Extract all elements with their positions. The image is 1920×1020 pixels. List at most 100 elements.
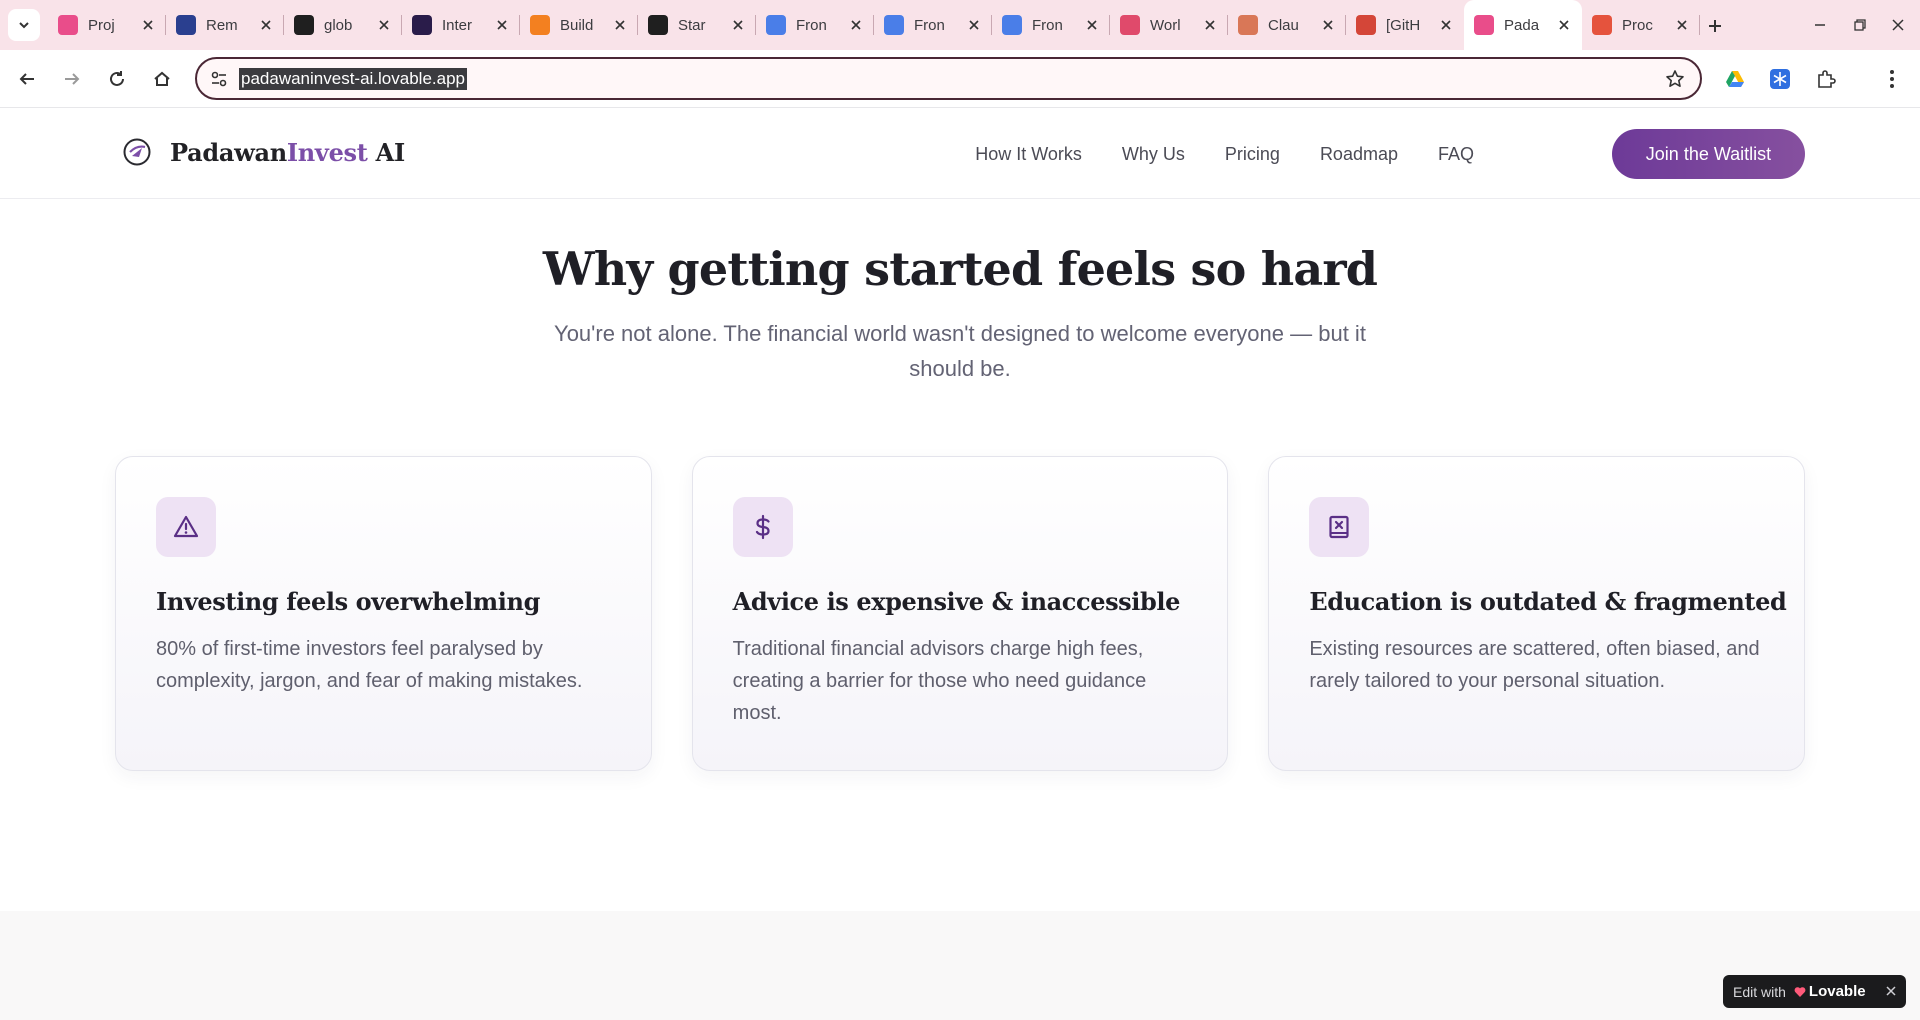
browser-tab[interactable]: Proj — [48, 0, 166, 50]
tab-close-icon[interactable] — [1320, 17, 1336, 33]
browser-tab[interactable]: Build — [520, 0, 638, 50]
tab-close-icon[interactable] — [966, 17, 982, 33]
tab-title: Rem — [206, 16, 238, 34]
cloudflare-icon — [530, 15, 550, 35]
card-text: Traditional financial advisors charge hi… — [732, 638, 1147, 724]
home-button[interactable] — [146, 63, 178, 95]
tab-close-icon[interactable] — [1438, 17, 1454, 33]
pain-points-cards: Investing feels overwhelming 80% of firs… — [115, 456, 1806, 771]
google-docs-icon — [884, 15, 904, 35]
edit-with-lovable-badge[interactable]: Edit with Lovable — [1723, 975, 1906, 1008]
snowflake-icon — [1770, 69, 1790, 89]
france-flag-icon — [176, 15, 196, 35]
tab-close-icon[interactable] — [730, 17, 746, 33]
home-icon — [154, 71, 170, 86]
browser-toolbar: padawaninvest-ai.lovable.app — [0, 50, 1920, 108]
card-outdated-education: Education is outdated & fragmented Exist… — [1268, 456, 1806, 771]
more-vertical-icon — [1890, 70, 1894, 88]
close-window-button[interactable] — [1885, 12, 1911, 38]
tab-title: Worl — [1150, 16, 1181, 34]
tab-close-icon[interactable] — [848, 17, 864, 33]
nav-how-it-works[interactable]: How It Works — [975, 144, 1082, 165]
browser-tab[interactable]: Fron — [756, 0, 874, 50]
forward-button[interactable] — [56, 63, 88, 95]
badge-close-icon[interactable] — [1884, 984, 1898, 998]
browser-tab[interactable]: Pada — [1464, 0, 1582, 50]
bookmark-star-icon[interactable] — [1664, 68, 1686, 90]
tab-close-icon[interactable] — [258, 17, 274, 33]
arrow-left-icon — [19, 73, 34, 85]
nav-why-us[interactable]: Why Us — [1122, 144, 1185, 165]
main-nav: How It Works Why Us Pricing Roadmap FAQ — [975, 109, 1474, 199]
address-bar[interactable]: padawaninvest-ai.lovable.app — [195, 57, 1702, 100]
card-title: Education is outdated & fragmented — [1309, 587, 1787, 616]
tab-close-icon[interactable] — [494, 17, 510, 33]
tab-search-button[interactable] — [8, 9, 40, 41]
tab-title: Fron — [914, 16, 945, 34]
browser-tab[interactable]: Inter — [402, 0, 520, 50]
lovable-heart-icon — [1794, 986, 1806, 998]
chevron-down-icon — [19, 22, 29, 29]
new-tab-button[interactable] — [1702, 13, 1728, 39]
tab-close-icon[interactable] — [1556, 17, 1572, 33]
google-drive-icon — [1726, 71, 1744, 87]
url-text[interactable]: padawaninvest-ai.lovable.app — [239, 67, 467, 90]
browser-tab[interactable]: Fron — [992, 0, 1110, 50]
snowflake-extension[interactable] — [1764, 63, 1796, 95]
back-button[interactable] — [11, 63, 43, 95]
restore-icon — [1854, 19, 1866, 31]
brand-name-part1: Padawan — [170, 137, 287, 167]
card-expensive-advice: Advice is expensive & inaccessible Tradi… — [691, 456, 1229, 771]
browser-tab[interactable]: Worl — [1110, 0, 1228, 50]
tab-title: Build — [560, 16, 594, 34]
card-text: Existing resources are scattered, often … — [1309, 638, 1760, 692]
browser-tab[interactable]: glob — [284, 0, 402, 50]
nav-roadmap[interactable]: Roadmap — [1320, 144, 1398, 165]
browser-tab[interactable]: Proc — [1582, 0, 1700, 50]
browser-tab[interactable]: [GitH — [1346, 0, 1464, 50]
tab-title: glob — [324, 16, 353, 34]
google-docs-icon — [1002, 15, 1022, 35]
reload-icon — [110, 71, 124, 86]
tab-close-icon[interactable] — [1202, 17, 1218, 33]
join-waitlist-button[interactable]: Join the Waitlist — [1612, 129, 1805, 179]
puzzle-icon — [1818, 70, 1836, 88]
restore-button[interactable] — [1847, 12, 1873, 38]
menu-button[interactable] — [1876, 63, 1908, 95]
google-drive-extension[interactable] — [1719, 63, 1751, 95]
section-subtitle: You're not alone. The financial world wa… — [554, 321, 1366, 381]
warning-triangle-icon — [156, 497, 216, 557]
browser-tab[interactable]: Fron — [874, 0, 992, 50]
tab-title: Proc — [1622, 16, 1653, 34]
card-overwhelming: Investing feels overwhelming 80% of firs… — [115, 456, 652, 771]
site-info-icon[interactable] — [207, 67, 231, 91]
tabs: Proj Rem glob Inter Build Star Fron Fron Fron Wor… — [48, 0, 1700, 50]
brand-name-accent: Invest — [286, 137, 368, 167]
tab-title: Fron — [1032, 16, 1063, 34]
tab-title: Fron — [796, 16, 827, 34]
brand-logo[interactable]: PadawanInvest AI — [122, 137, 405, 167]
padawan-logo-icon — [122, 137, 152, 167]
nav-pricing[interactable]: Pricing — [1225, 144, 1280, 165]
plus-icon — [1709, 20, 1721, 32]
reload-button[interactable] — [101, 63, 133, 95]
nav-faq[interactable]: FAQ — [1438, 144, 1474, 165]
tab-close-icon[interactable] — [612, 17, 628, 33]
tab-close-icon[interactable] — [376, 17, 392, 33]
browser-tab[interactable]: Rem — [166, 0, 284, 50]
producthunt-icon — [1592, 15, 1612, 35]
dollar-sign-icon — [732, 497, 793, 557]
tab-close-icon[interactable] — [1084, 17, 1100, 33]
minimize-button[interactable] — [1807, 12, 1833, 38]
browser-tab[interactable]: Star — [638, 0, 756, 50]
browser-tab[interactable]: Clau — [1228, 0, 1346, 50]
badge-brand: Lovable — [1808, 983, 1866, 1000]
tab-close-icon[interactable] — [140, 17, 156, 33]
card-title: Investing feels overwhelming — [156, 587, 540, 616]
tab-close-icon[interactable] — [1674, 17, 1690, 33]
lovable-heart-icon — [1474, 15, 1494, 35]
tab-title: Clau — [1268, 16, 1299, 34]
tab-title: Proj — [88, 16, 115, 34]
tab-title: Star — [678, 16, 706, 34]
extensions-button[interactable] — [1810, 63, 1842, 95]
